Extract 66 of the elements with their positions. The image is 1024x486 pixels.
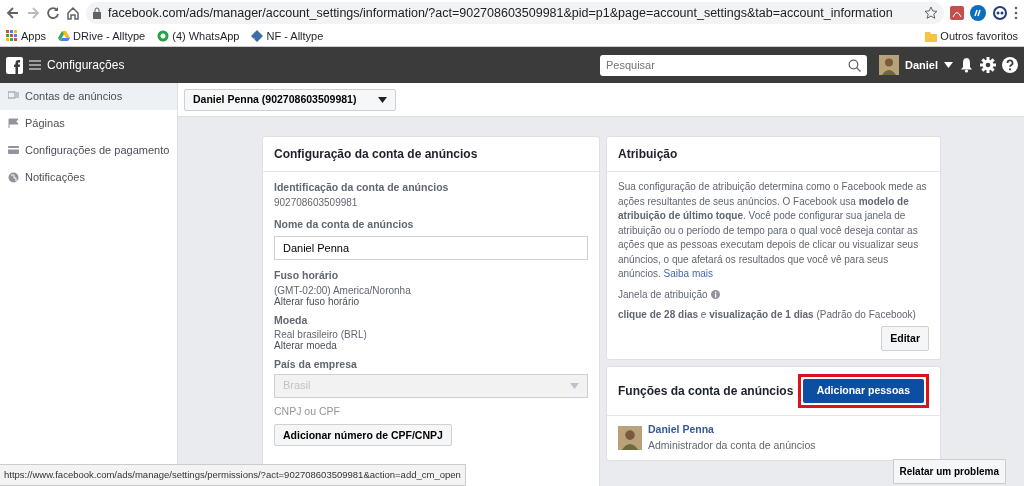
sidebar-item[interactable]: Configurações de pagamento [0,137,177,164]
pages-icon [8,118,19,129]
search-field[interactable]: Pesquisar [600,54,867,76]
card-title: Configuração da conta de anúncios [263,137,599,172]
reload-icon[interactable] [46,6,60,20]
name-input[interactable]: Daniel Penna [274,236,588,261]
add-people-button[interactable]: Adicionar pessoas [802,379,924,403]
bookmark-folder[interactable]: Outros favoritos [940,27,1018,45]
home-icon[interactable] [66,6,80,20]
field-label: Identificação da conta de anúncios [274,181,450,194]
learn-more-link[interactable]: Saiba mais [663,268,714,279]
change-link[interactable]: Alterar moeda [274,341,588,352]
avatar-icon [879,55,899,75]
bookmark[interactable]: Apps [21,27,47,45]
bookmark[interactable]: (4) WhatsApp [172,27,240,45]
caret-icon[interactable] [944,62,953,68]
field-label: Janela de atribuição [618,287,708,302]
lock-icon [92,7,102,19]
facebook-logo-icon[interactable] [6,56,23,74]
sidebar-item[interactable]: Páginas [0,110,177,137]
caret-icon [570,382,579,389]
attribution-window-text: clique de 28 dias e visualização de 1 dias (Padrão do Facebook) [618,308,917,322]
field-value: (GMT-02:00) America/Noronha [274,284,412,297]
drive-icon[interactable] [58,30,71,42]
apps-grid-icon[interactable] [6,30,18,42]
field-label: Fuso horário [274,269,340,282]
notifications-icon[interactable] [959,57,974,73]
info-icon[interactable] [710,290,720,300]
change-link[interactable]: Alterar fuso horário [274,296,588,307]
edit-button[interactable]: Editar [881,325,929,352]
menu-icon[interactable] [29,60,41,70]
description-text: Sua configuração de atribuição determina como o Facebook mede as ações resultantes de seus anúncios. O Facebook usa modelo de atribuição de último toque. Você pode configurar sua janela de atribuição ou o período de tempo para o qual você deseja contar as ações que as pessoas executam depois de clicar ou visualizar seus anúncios, o que afetará os resultados que você vê para seus anúncios. Saiba mais [618,180,928,281]
person-role: Administrador da conta de anúncios [648,437,816,453]
menu-icon[interactable] [1014,6,1018,20]
payment-icon [8,145,19,156]
bookmark[interactable]: NF - Alltype [266,27,324,45]
field-value: 902708603509981 [274,196,359,209]
status-url: https://www.facebook.com/ads/manage/settings/permissions/?act=902708603509981&action=add_cm_open [0,463,466,486]
person-name[interactable]: Daniel Penna [648,422,816,438]
star-icon[interactable] [924,6,938,20]
sidebar-item[interactable]: Notificações [0,164,177,191]
field-value: Real brasileiro (BRL) [274,329,368,341]
settings-icon[interactable] [980,57,996,73]
field-label: Nome da conta de anúncios [274,217,415,231]
bookmark[interactable]: DRive - Alltype [73,27,146,45]
report-problem-button[interactable]: Relatar um problema [892,459,1006,484]
page-title: Configurações [47,57,125,74]
card-title: Atribuição [607,137,940,172]
user-menu[interactable]: Daniel [905,56,938,74]
extension-icon[interactable] [992,6,1008,20]
avatar-icon [618,425,642,450]
diamond-icon[interactable] [251,30,264,42]
chat-icon[interactable] [157,30,170,42]
caret-icon [378,96,388,103]
field-label: Moeda [274,313,309,327]
back-icon[interactable] [6,6,20,20]
account-dropdown[interactable]: Daniel Penna (902708603509981) [184,88,397,111]
notifications-icon [8,172,19,183]
field-label: País da empresa [274,358,358,371]
field-label: CNPJ ou CPF [274,404,341,418]
sidebar-item[interactable]: Contas de anúncios [0,83,177,110]
help-icon[interactable] [1002,57,1018,73]
search-icon[interactable] [848,58,861,72]
card-title: Funções da conta de anúncios [618,383,794,401]
add-tax-id-button[interactable]: Adicionar número de CPF/CNPJ [274,423,452,447]
accounts-icon [8,91,19,102]
